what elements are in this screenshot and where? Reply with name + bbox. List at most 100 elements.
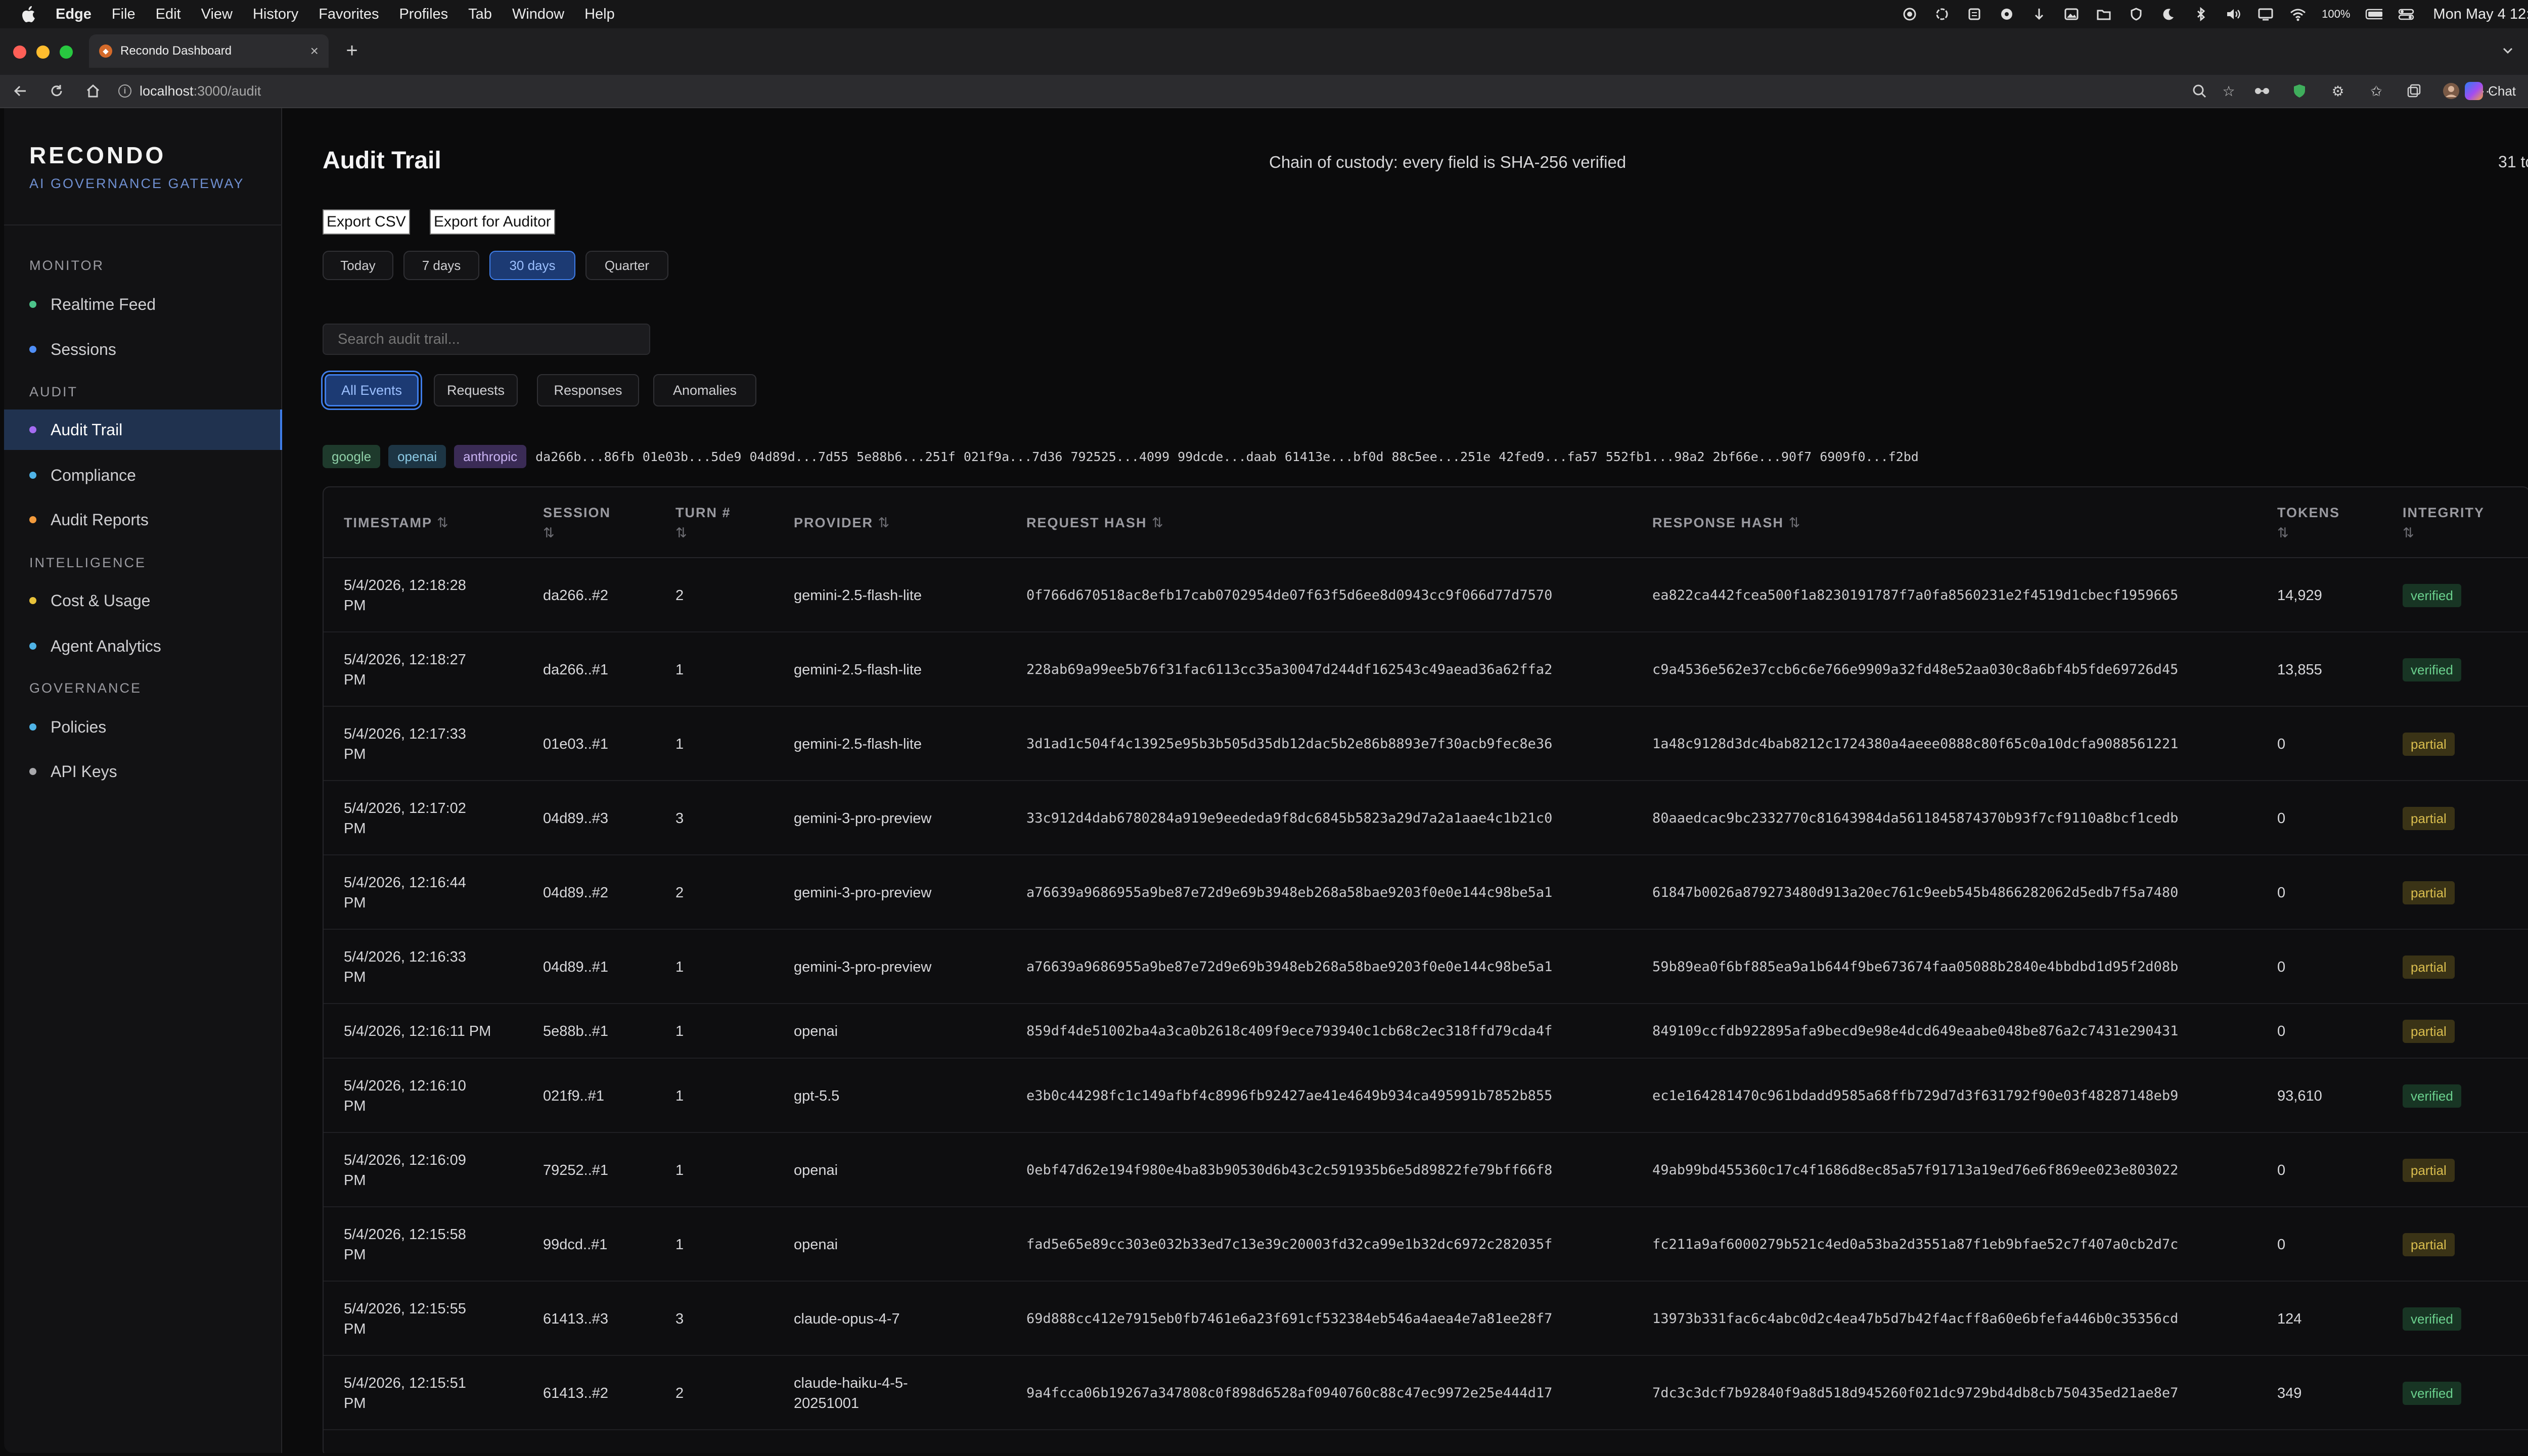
collections-icon[interactable] (2404, 81, 2424, 101)
moon-icon[interactable] (2160, 7, 2177, 21)
search-input[interactable] (323, 324, 650, 355)
extension-glasses-icon[interactable] (2252, 81, 2272, 101)
shield-icon[interactable] (2128, 7, 2145, 21)
header-turn[interactable]: TURN # ⇅ (675, 503, 731, 543)
extensions-puzzle-icon[interactable]: ⚙ (2328, 81, 2348, 101)
session-id-link[interactable]: 792525...4099 (1070, 449, 1169, 464)
tab-actions-chevron-icon[interactable] (2498, 40, 2518, 61)
menu-favorites[interactable]: Favorites (319, 6, 379, 23)
session-cell[interactable]: 99dcd..#1 (543, 1235, 607, 1255)
table-row[interactable]: 5/4/2026, 12:15:58 PM 99dcd..#1 1 openai fad5… (324, 1207, 2528, 1282)
session-id-link[interactable]: 88c5ee...251e (1392, 449, 1491, 464)
session-cell[interactable]: 04d89..#3 (543, 808, 608, 829)
header-response-hash[interactable]: RESPONSE HASH ⇅ (1652, 513, 1801, 533)
request-hash-cell[interactable]: a76639a9686955a9be87e72d9e69b3948eb268a5… (1026, 957, 1552, 977)
response-hash-cell[interactable]: 7dc3c3dcf7b92840f9a8d518d945260f021dc972… (1652, 1383, 2178, 1403)
response-hash-cell[interactable]: 49ab99bd455360c17c4f1686d8ec85a57f91713a… (1652, 1160, 2178, 1180)
table-row[interactable]: 5/4/2026, 12:15:51 PM 61413..#2 2 claude-hai… (324, 1356, 2528, 1430)
header-integrity[interactable]: INTEGRITY ⇅ (2403, 503, 2485, 543)
filter-all-events[interactable]: All Events (325, 374, 419, 406)
provider-chip-google[interactable]: google (323, 445, 381, 468)
request-hash-cell[interactable]: 69d888cc412e7915eb0fb7461e6a23f691cf5323… (1026, 1309, 1552, 1329)
image-icon[interactable] (2063, 7, 2080, 21)
provider-chip-openai[interactable]: openai (388, 445, 446, 468)
menu-help[interactable]: Help (584, 6, 615, 23)
filter-responses[interactable]: Responses (537, 374, 639, 406)
extension-shield-icon[interactable] (2289, 81, 2310, 101)
response-hash-cell[interactable]: ea822ca442fcea500f1a8230191787f7a0fa8560… (1652, 585, 2178, 606)
response-hash-cell[interactable]: 849109ccfdb922895afa9becd9e98e4dcd649eaa… (1652, 1021, 2178, 1041)
site-info-icon[interactable]: i (118, 84, 131, 98)
session-id-link[interactable]: 04d89d...7d55 (749, 449, 848, 464)
menu-app-name[interactable]: Edge (56, 6, 92, 23)
response-hash-cell[interactable]: 13973b331fac6c4abc0d2c4ea47b5d7b42f4acff… (1652, 1309, 2178, 1329)
screen-record-icon[interactable] (1901, 7, 1918, 21)
session-id-link[interactable]: da266b...86fb (535, 449, 635, 464)
menu-tab[interactable]: Tab (468, 6, 492, 23)
export-auditor-button[interactable]: Export for Auditor (430, 209, 555, 235)
session-cell[interactable]: 79252..#1 (543, 1160, 608, 1180)
sidebar-item-agent-analytics[interactable]: Agent Analytics (4, 626, 282, 666)
sidebar-item-sessions[interactable]: Sessions (4, 329, 282, 370)
sort-icon[interactable]: ⇅ (2403, 525, 2415, 540)
header-request-hash[interactable]: REQUEST HASH ⇅ (1026, 513, 1164, 533)
table-row[interactable]: 5/4/2026, 12:15:55 PM 61413..#3 3 claude-opu… (324, 1282, 2528, 1356)
sort-icon[interactable]: ⇅ (675, 525, 688, 540)
volume-icon[interactable] (2225, 7, 2242, 21)
range-quarter-button[interactable]: Quarter (585, 251, 668, 280)
sidebar-item-compliance[interactable]: Compliance (4, 455, 282, 495)
request-hash-cell[interactable]: a76639a9686955a9be87e72d9e69b3948eb268a5… (1026, 883, 1552, 903)
range-today-button[interactable]: Today (323, 251, 393, 280)
sort-icon[interactable]: ⇅ (2277, 525, 2290, 540)
table-row[interactable]: 5/4/2026, 12:18:27 PM da266..#1 1 gemini-2.5… (324, 632, 2528, 707)
menu-edit[interactable]: Edit (156, 6, 181, 23)
request-hash-cell[interactable]: 0ebf47d62e194f980e4ba83b90530d6b43c2c591… (1026, 1160, 1552, 1180)
sort-icon[interactable]: ⇅ (437, 515, 449, 530)
bluetooth-icon[interactable] (2192, 7, 2209, 21)
apple-menu-icon[interactable] (18, 4, 38, 24)
sidebar-item-audit-reports[interactable]: Audit Reports (4, 499, 282, 540)
filter-requests[interactable]: Requests (434, 374, 518, 406)
table-row[interactable]: 5/4/2026, 12:16:44 PM 04d89..#2 2 gemini-3-p… (324, 855, 2528, 930)
menu-window[interactable]: Window (512, 6, 564, 23)
session-cell[interactable]: da266..#2 (543, 585, 608, 606)
menu-view[interactable]: View (201, 6, 233, 23)
chatgpt-icon[interactable] (1933, 7, 1951, 21)
window-minimize-button[interactable] (36, 46, 50, 59)
export-csv-button[interactable]: Export CSV (323, 209, 410, 235)
new-tab-button[interactable]: + (341, 39, 363, 62)
sidebar-item-realtime-feed[interactable]: Realtime Feed (4, 284, 282, 325)
favorite-star-icon[interactable]: ☆ (2219, 81, 2239, 101)
session-cell[interactable]: 61413..#2 (543, 1383, 608, 1403)
arrow-down-icon[interactable] (2030, 7, 2048, 21)
table-row[interactable]: 5/4/2026, 12:18:28 PM da266..#2 2 gemini-2.5… (324, 558, 2528, 632)
session-id-link[interactable]: 552fb1...98a2 (1606, 449, 1705, 464)
header-provider[interactable]: PROVIDER ⇅ (794, 513, 890, 533)
browser-tab-active[interactable]: ◆ Recondo Dashboard × (89, 34, 329, 68)
response-hash-cell[interactable]: 61847b0026a879273480d913a20ec761c9eeb545… (1652, 883, 2178, 903)
header-session[interactable]: SESSION ⇅ (543, 503, 611, 543)
response-hash-cell[interactable]: 1a48c9128d3dc4bab8212c1724380a4aeee0888c… (1652, 734, 2178, 754)
session-id-link[interactable]: 6909f0...f2bd (1820, 449, 1919, 464)
window-close-button[interactable] (13, 46, 26, 59)
sidebar-item-api-keys[interactable]: API Keys (4, 751, 282, 792)
profile-avatar-icon[interactable] (2441, 81, 2461, 101)
sidebar-item-policies[interactable]: Policies (4, 707, 282, 747)
provider-chip-anthropic[interactable]: anthropic (454, 445, 527, 468)
request-hash-cell[interactable]: 228ab69a99ee5b76f31fac6113cc35a30047d244… (1026, 660, 1552, 680)
tab-close-icon[interactable]: × (310, 43, 319, 59)
sort-icon[interactable]: ⇅ (1789, 515, 1801, 530)
header-tokens[interactable]: TOKENS ⇅ (2277, 503, 2340, 543)
response-hash-cell[interactable]: fc211a9af6000279b521c4ed0a53ba2d3551a87f… (1652, 1235, 2178, 1255)
session-cell[interactable]: 61413..#3 (543, 1309, 608, 1329)
copilot-chat-button[interactable]: Chat (2465, 79, 2516, 103)
wifi-icon[interactable] (2289, 7, 2307, 21)
brand-logo[interactable]: RECONDO (29, 142, 166, 169)
zoom-icon[interactable] (2189, 81, 2209, 101)
sort-icon[interactable]: ⇅ (878, 515, 891, 530)
menu-history[interactable]: History (253, 6, 298, 23)
sidebar-item-audit-trail[interactable]: Audit Trail (4, 410, 282, 450)
session-cell[interactable]: 01e03..#1 (543, 734, 608, 754)
request-hash-cell[interactable]: 33c912d4dab6780284a919e9eededa9f8dc6845b… (1026, 808, 1552, 829)
table-row[interactable]: 5/4/2026, 12:16:09 PM 79252..#1 1 openai 0ebf… (324, 1133, 2528, 1207)
